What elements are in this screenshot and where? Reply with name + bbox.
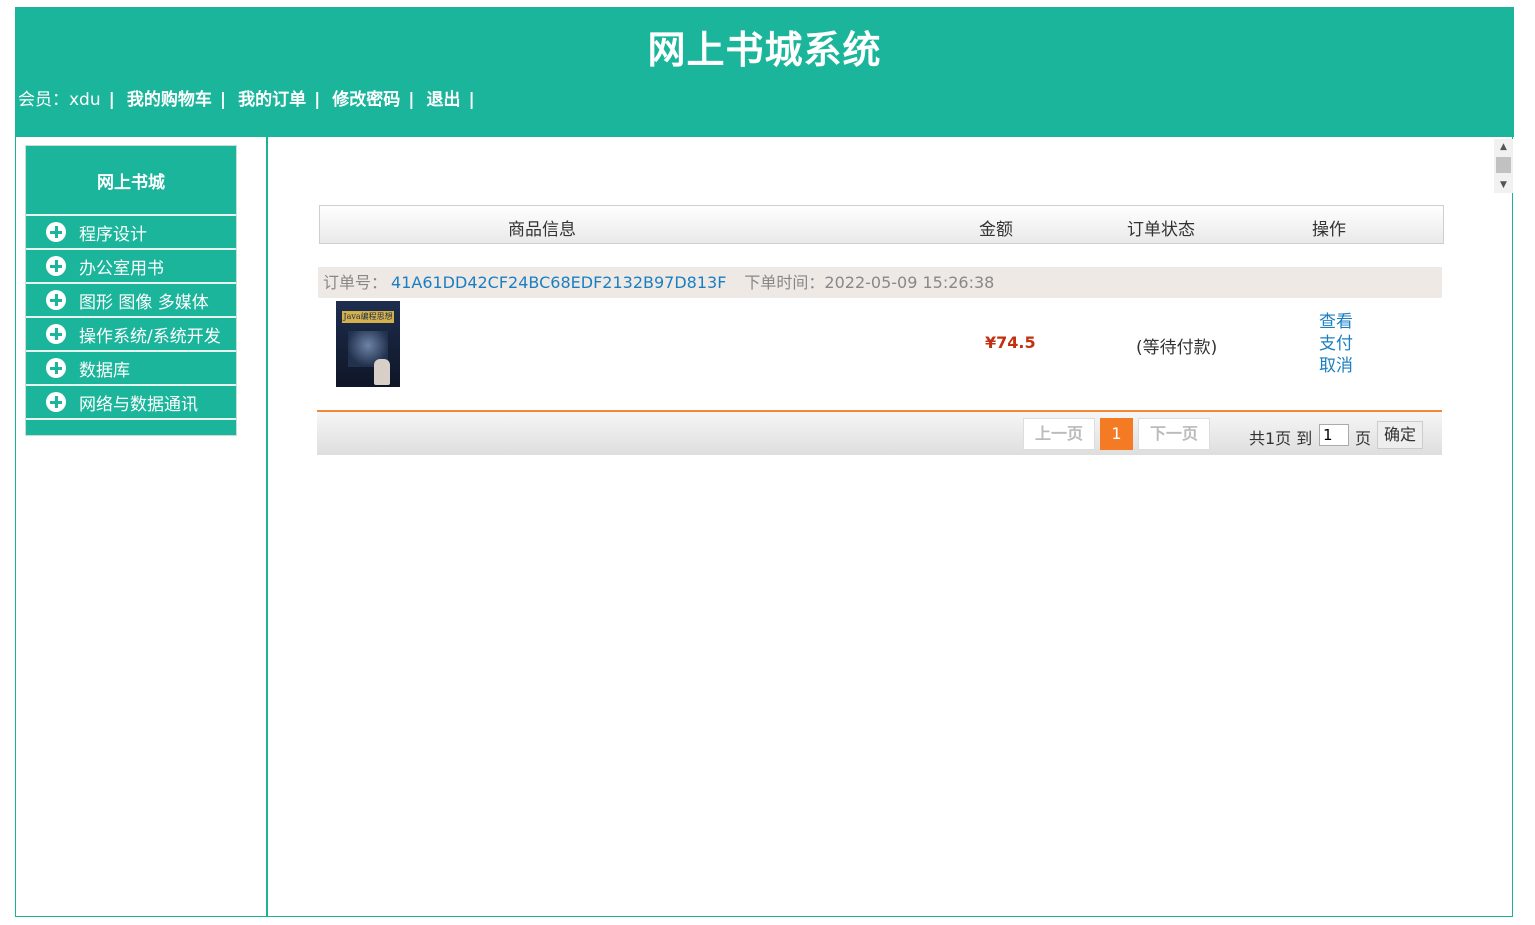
nav-separator: | — [314, 90, 321, 110]
header-order-status: 订单状态 — [1127, 220, 1195, 240]
sidebar-item-office[interactable]: 办公室用书 — [26, 250, 236, 284]
order-time: 2022-05-09 15:26:38 — [824, 273, 995, 292]
nav-logout-link[interactable]: 退出 — [427, 90, 461, 110]
plus-circle-icon — [46, 392, 66, 412]
pagination-bar: 上一页 1 下一页 共1页 到 页 确定 — [317, 410, 1442, 455]
scroll-down-arrow-icon[interactable]: ▼ — [1494, 177, 1513, 193]
site-header: 网上书城系统 会员：xdu | 我的购物车 | 我的订单 | 修改密码 | 退出 | — [15, 7, 1514, 137]
prev-page-button[interactable]: 上一页 — [1023, 418, 1095, 450]
sidebar-divider — [266, 137, 268, 917]
order-table-header: 商品信息 金额 订单状态 操作 — [319, 205, 1444, 244]
plus-circle-icon — [46, 256, 66, 276]
next-page-button[interactable]: 下一页 — [1138, 418, 1210, 450]
nav-separator: | — [219, 90, 227, 110]
order-id-label: 订单号： — [323, 273, 388, 292]
sidebar-item-label: 网络与数据通讯 — [79, 394, 198, 415]
sidebar-item-database[interactable]: 数据库 — [26, 352, 236, 386]
header-product-info: 商品信息 — [508, 220, 576, 240]
cancel-order-link[interactable]: 取消 — [1319, 355, 1353, 377]
book-cover-image[interactable]: Java编程思想 — [336, 301, 400, 387]
nav-change-password-link[interactable]: 修改密码 — [332, 90, 400, 110]
plus-circle-icon — [46, 358, 66, 378]
scroll-up-arrow-icon[interactable]: ▲ — [1494, 139, 1513, 155]
page-unit-label: 页 — [1355, 429, 1372, 448]
pay-order-link[interactable]: 支付 — [1319, 333, 1353, 355]
view-order-link[interactable]: 查看 — [1319, 311, 1353, 333]
member-label: 会员：xdu — [18, 90, 101, 110]
nav-separator: | — [108, 90, 115, 110]
nav-separator: | — [468, 90, 475, 110]
sidebar-item-graphics[interactable]: 图形 图像 多媒体 — [26, 284, 236, 318]
sidebar-item-label: 图形 图像 多媒体 — [79, 292, 209, 313]
plus-circle-icon — [46, 324, 66, 344]
content-scrollbar[interactable]: ▲ ▼ — [1494, 139, 1513, 193]
site-title: 网上书城系统 — [647, 28, 882, 72]
page-frame — [15, 7, 1513, 917]
order-actions: 查看 支付 取消 — [1319, 311, 1353, 377]
plus-circle-icon — [46, 290, 66, 310]
sidebar-item-label: 办公室用书 — [79, 258, 164, 279]
book-cover-title: Java编程思想 — [342, 311, 394, 323]
top-nav: 会员：xdu | 我的购物车 | 我的订单 | 修改密码 | 退出 | — [18, 85, 487, 110]
confirm-page-button[interactable]: 确定 — [1377, 421, 1423, 449]
category-sidebar: 网上书城 程序设计 办公室用书 图形 图像 多媒体 操作系统/系统开发 数据库 … — [25, 145, 237, 436]
nav-separator: | — [408, 90, 415, 110]
sidebar-item-label: 操作系统/系统开发 — [79, 326, 221, 347]
sidebar-item-network[interactable]: 网络与数据通讯 — [26, 386, 236, 420]
nav-cart-link[interactable]: 我的购物车 — [127, 90, 212, 110]
nav-orders-link[interactable]: 我的订单 — [238, 90, 306, 110]
sidebar-title: 网上书城 — [26, 146, 236, 216]
total-pages-text: 共1页 到 — [1249, 429, 1313, 448]
order-id-link[interactable]: 41A61DD42CF24BC68EDF2132B97D813F — [391, 273, 726, 292]
book-cover-author-photo — [374, 359, 390, 385]
plus-circle-icon — [46, 222, 66, 242]
header-actions: 操作 — [1312, 220, 1346, 240]
current-page-button[interactable]: 1 — [1100, 418, 1133, 450]
sidebar-item-programming[interactable]: 程序设计 — [26, 216, 236, 250]
page-number-input[interactable] — [1319, 424, 1349, 446]
sidebar-item-os[interactable]: 操作系统/系统开发 — [26, 318, 236, 352]
scrollbar-thumb[interactable] — [1496, 157, 1511, 173]
header-amount: 金额 — [979, 220, 1013, 240]
order-info-bar: 订单号： 41A61DD42CF24BC68EDF2132B97D813F 下单时间… — [318, 267, 1442, 298]
sidebar-item-label: 数据库 — [79, 360, 130, 381]
order-time-label: 下单时间： — [744, 273, 825, 292]
order-status: (等待付款) — [1136, 338, 1218, 358]
order-amount: ¥74.5 — [985, 333, 1036, 352]
sidebar-item-label: 程序设计 — [79, 224, 147, 245]
